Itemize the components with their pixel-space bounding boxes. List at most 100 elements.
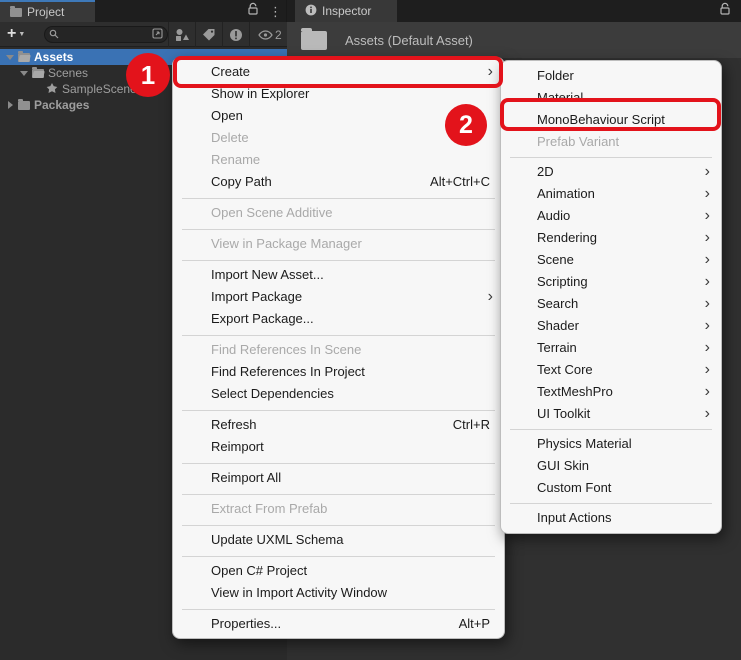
create-submenu: Folder Material MonoBehaviour Script Prefab… [500,60,722,534]
tab-project[interactable]: Project [0,0,95,22]
folder-open-icon [32,66,44,78]
menu-item-show-in-explorer[interactable]: Show in Explorer [173,83,504,105]
menu-item-label: Scene [537,252,574,267]
submenu-arrow-icon: › [704,383,710,400]
project-toolbar: + ▼ 2 [0,22,287,47]
menu-item-refresh[interactable]: Refresh Ctrl+R [173,414,504,436]
menu-item-label: Select Dependencies [211,386,334,401]
submenu-arrow-icon: › [704,185,710,202]
inspector-panel-controls [719,2,731,21]
menu-separator [501,499,721,507]
menu-item-scene[interactable]: Scene › [501,249,721,271]
import-log-button[interactable] [222,22,249,47]
menu-item-copy-path[interactable]: Copy Path Alt+Ctrl+C [173,171,504,193]
menu-item-rendering[interactable]: Rendering › [501,227,721,249]
menu-item-view-in-import-activity-window[interactable]: View in Import Activity Window [173,582,504,604]
submenu-arrow-icon: › [704,251,710,268]
menu-item-label: Shader [537,318,579,333]
menu-item-label: Scripting [537,274,588,289]
inspector-asset-title: Assets (Default Asset) [345,32,473,48]
context-menu: Create › Show in Explorer Open Delete Rename C… [172,57,505,639]
folder-icon [10,5,22,17]
menu-item-textmeshpro[interactable]: TextMeshPro › [501,381,721,403]
search-box[interactable] [44,26,168,43]
collapse-arrow-icon[interactable] [4,54,16,60]
info-icon [305,4,317,19]
hidden-count-toggle[interactable]: 2 [249,22,290,47]
menu-item-label: Rendering [537,230,597,245]
menu-item-gui-skin[interactable]: GUI Skin [501,455,721,477]
more-menu-icon[interactable]: ⋮ [269,4,282,20]
menu-item-2d[interactable]: 2D › [501,161,721,183]
menu-item-import-package[interactable]: Import Package › [173,286,504,308]
menu-item-reimport[interactable]: Reimport [173,436,504,458]
submenu-arrow-icon: › [704,229,710,246]
menu-item-label: Rename [211,152,261,167]
menu-item-export-package[interactable]: Export Package... [173,308,504,330]
menu-item-monobehaviour-script[interactable]: MonoBehaviour Script [501,109,721,131]
menu-item-physics-material[interactable]: Physics Material [501,433,721,455]
search-by-type-button[interactable] [168,22,195,47]
menu-item-label: Prefab Variant [537,134,620,149]
menu-item-open-c-project[interactable]: Open C# Project [173,560,504,582]
step-1-badge: 1 [126,53,170,97]
menu-item-input-actions[interactable]: Input Actions [501,507,721,529]
menu-separator [173,193,504,202]
search-input[interactable] [59,27,152,42]
menu-item-label: Find References In Project [211,364,365,379]
menu-item-reimport-all[interactable]: Reimport All [173,467,504,489]
menu-item-find-references-in-scene: Find References In Scene [173,339,504,361]
chevron-down-icon: ▼ [18,30,26,38]
menu-item-import-new-asset[interactable]: Import New Asset... [173,264,504,286]
menu-item-label: Material [537,90,584,105]
tab-inspector[interactable]: Inspector [295,0,397,22]
menu-separator [173,520,504,529]
menu-separator [501,153,721,161]
plus-icon: + [7,25,17,42]
menu-item-label: View in Package Manager [211,236,362,251]
menu-item-label: Open C# Project [211,563,308,578]
expand-arrow-icon[interactable] [4,101,16,109]
menu-separator [173,255,504,264]
menu-item-shader[interactable]: Shader › [501,315,721,337]
menu-item-text-core[interactable]: Text Core › [501,359,721,381]
open-search-window-icon[interactable] [152,26,163,44]
unlock-icon[interactable] [247,2,259,21]
menu-item-find-references-in-project[interactable]: Find References In Project [173,361,504,383]
menu-item-custom-font[interactable]: Custom Font [501,477,721,499]
menu-item-terrain[interactable]: Terrain › [501,337,721,359]
menu-item-label: View in Import Activity Window [211,585,388,600]
tree-item-label: SampleScene [62,82,137,96]
submenu-arrow-icon: › [704,207,710,224]
tab-bar: Project ⋮ Inspector [0,0,741,22]
submenu-arrow-icon: › [704,273,710,290]
search-by-label-button[interactable] [195,22,222,47]
menu-item-folder[interactable]: Folder [501,65,721,87]
submenu-arrow-icon: › [704,339,710,356]
menu-item-audio[interactable]: Audio › [501,205,721,227]
menu-item-ui-toolkit[interactable]: UI Toolkit › [501,403,721,425]
submenu-arrow-icon: › [487,288,493,305]
menu-item-animation[interactable]: Animation › [501,183,721,205]
menu-item-create[interactable]: Create › [173,61,504,83]
eye-icon [258,29,273,40]
menu-item-open-scene-additive: Open Scene Additive [173,202,504,224]
collapse-arrow-icon[interactable] [18,70,30,76]
folder-closed-icon [18,98,30,110]
menu-item-shortcut: Alt+P [458,616,490,631]
add-asset-button[interactable]: + ▼ [7,25,26,42]
unlock-icon[interactable] [719,2,731,21]
menu-item-update-uxml-schema[interactable]: Update UXML Schema [173,529,504,551]
menu-item-scripting[interactable]: Scripting › [501,271,721,293]
menu-item-label: Animation [537,186,595,201]
menu-item-prefab-variant: Prefab Variant [501,131,721,153]
menu-item-material[interactable]: Material [501,87,721,109]
menu-item-select-dependencies[interactable]: Select Dependencies [173,383,504,405]
tab-inspector-label: Inspector [322,4,372,18]
menu-item-properties[interactable]: Properties... Alt+P [173,613,504,635]
menu-separator [173,489,504,498]
search-icon [49,26,59,44]
menu-item-search[interactable]: Search › [501,293,721,315]
menu-item-label: Terrain [537,340,577,355]
inspector-header: Assets (Default Asset) [287,22,741,58]
